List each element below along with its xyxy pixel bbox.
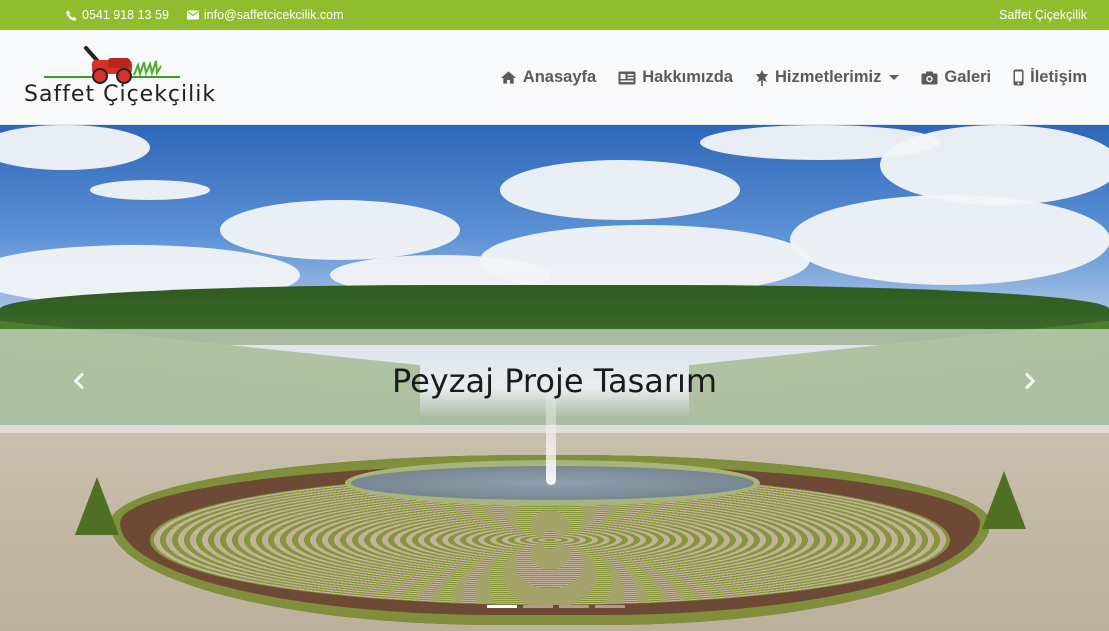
phone-number: 0541 918 13 59 bbox=[82, 8, 169, 22]
home-icon bbox=[500, 71, 516, 84]
mobile-phone-icon bbox=[1013, 69, 1024, 86]
site-header: Saffet Çiçekçilik Anasayfa Hakkımızda Hi… bbox=[0, 30, 1109, 125]
nav-label: Hizmetlerimiz bbox=[774, 68, 882, 86]
nav-item-anasayfa[interactable]: Anasayfa bbox=[500, 68, 596, 87]
nav-label: İletişim bbox=[1030, 68, 1087, 86]
chevron-down-icon bbox=[889, 75, 900, 80]
phone-link[interactable]: 0541 918 13 59 bbox=[66, 8, 169, 22]
nav-label: Anasayfa bbox=[522, 68, 597, 86]
carousel-indicator-1[interactable] bbox=[487, 605, 517, 608]
leaf-icon bbox=[755, 69, 768, 86]
chevron-left-icon bbox=[73, 372, 91, 390]
carousel-prev-button[interactable] bbox=[62, 368, 102, 394]
carousel-indicator-3[interactable] bbox=[559, 605, 589, 608]
cloud-shape bbox=[90, 180, 210, 200]
email-address: info@saffetcicekcilik.com bbox=[203, 8, 344, 22]
cloud-shape bbox=[790, 195, 1109, 285]
cloud-shape bbox=[500, 160, 740, 220]
envelope-icon bbox=[186, 10, 199, 20]
logo-text: Saffet Çiçekçilik bbox=[24, 82, 217, 107]
phone-icon bbox=[66, 10, 77, 21]
site-logo[interactable]: Saffet Çiçekçilik bbox=[20, 44, 215, 114]
id-card-icon bbox=[618, 71, 636, 84]
topiary-left bbox=[75, 477, 119, 535]
carousel-indicator-4[interactable] bbox=[595, 605, 625, 608]
main-nav: Anasayfa Hakkımızda Hizmetlerimiz Galeri… bbox=[500, 30, 1087, 125]
hero-carousel: Peyzaj Proje Tasarım bbox=[0, 125, 1109, 631]
cloud-shape bbox=[880, 125, 1109, 205]
nav-label: Galeri bbox=[944, 68, 992, 86]
topiary-right bbox=[982, 471, 1026, 529]
nav-item-hizmetlerimiz[interactable]: Hizmetlerimiz bbox=[755, 68, 900, 87]
cloud-shape bbox=[0, 125, 150, 170]
email-link[interactable]: info@saffetcicekcilik.com bbox=[186, 8, 344, 22]
nav-item-hakkimizda[interactable]: Hakkımızda bbox=[618, 68, 733, 87]
carousel-indicator-2[interactable] bbox=[523, 605, 553, 608]
chevron-right-icon bbox=[1018, 372, 1036, 390]
slide-caption: Peyzaj Proje Tasarım bbox=[391, 362, 718, 400]
camera-icon bbox=[921, 71, 938, 84]
contact-info: 0541 918 13 59 info@saffetcicekcilik.com bbox=[66, 8, 343, 22]
top-bar: 0541 918 13 59 info@saffetcicekcilik.com… bbox=[0, 0, 1109, 30]
nav-item-iletisim[interactable]: İletişim bbox=[1013, 68, 1087, 87]
slide-caption-band: Peyzaj Proje Tasarım bbox=[0, 329, 1109, 433]
nav-label: Hakkımızda bbox=[642, 68, 733, 86]
nav-item-galeri[interactable]: Galeri bbox=[921, 68, 991, 87]
carousel-next-button[interactable] bbox=[1007, 368, 1047, 394]
carousel-indicators bbox=[487, 605, 625, 608]
cloud-shape bbox=[220, 200, 460, 260]
topbar-brand: Saffet Çiçekçilik bbox=[999, 8, 1087, 22]
